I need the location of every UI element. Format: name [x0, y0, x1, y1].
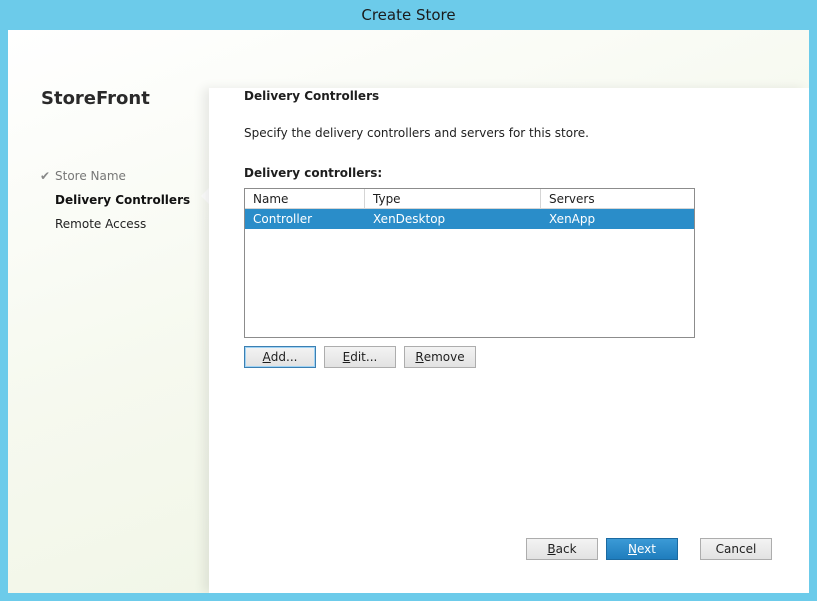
window-titlebar: Create Store: [0, 0, 817, 30]
step-store-name-label: Store Name: [55, 169, 126, 183]
step-store-name: ✔ Store Name: [40, 164, 190, 188]
back-rest: ack: [555, 542, 577, 556]
page-title: Delivery Controllers: [244, 89, 380, 103]
edit-mnemonic: E: [342, 350, 351, 364]
check-icon: ✔: [40, 169, 51, 183]
step-delivery-controllers: Delivery Controllers: [40, 188, 190, 212]
edit-button[interactable]: Edit...: [324, 346, 396, 368]
step-remote-access-label: Remote Access: [55, 217, 147, 231]
next-button[interactable]: Next: [606, 538, 678, 560]
column-header-type[interactable]: Type: [365, 189, 541, 208]
step-remote-access: Remote Access: [40, 212, 190, 236]
step-delivery-controllers-label: Delivery Controllers: [55, 193, 191, 207]
next-mnemonic: N: [628, 542, 637, 556]
list-header: Name Type Servers: [245, 189, 694, 209]
next-rest: ext: [637, 542, 656, 556]
delivery-controllers-list[interactable]: Name Type Servers Controller XenDesktop …: [244, 188, 695, 338]
back-button[interactable]: Back: [526, 538, 598, 560]
delivery-controllers-label: Delivery controllers:: [244, 166, 383, 180]
storefront-brand: StoreFront: [41, 88, 150, 109]
add-mnemonic: A: [262, 350, 271, 364]
content-panel: Delivery Controllers Specify the deliver…: [209, 88, 809, 593]
remove-rest: emove: [423, 350, 465, 364]
edit-rest: dit...: [350, 350, 378, 364]
current-step-pointer: [201, 188, 209, 204]
remove-button[interactable]: Remove: [404, 346, 476, 368]
add-button[interactable]: Add...: [244, 346, 316, 368]
back-mnemonic: B: [547, 542, 556, 556]
cell-type: XenDesktop: [373, 212, 446, 226]
column-header-name[interactable]: Name: [245, 189, 365, 208]
wizard-steps-nav: ✔ Store Name Delivery Controllers Remote…: [40, 164, 190, 236]
cell-name: Controller: [253, 212, 313, 226]
cancel-button[interactable]: Cancel: [700, 538, 772, 560]
wizard-client-area: StoreFront ✔ Store Name Delivery Control…: [8, 30, 809, 593]
page-description: Specify the delivery controllers and ser…: [244, 126, 589, 140]
add-rest: dd...: [270, 350, 298, 364]
remove-mnemonic: R: [415, 350, 424, 364]
table-row[interactable]: Controller XenDesktop XenApp: [245, 209, 694, 229]
window-title: Create Store: [361, 6, 456, 24]
column-header-servers[interactable]: Servers: [541, 189, 694, 208]
cell-servers: XenApp: [549, 212, 596, 226]
